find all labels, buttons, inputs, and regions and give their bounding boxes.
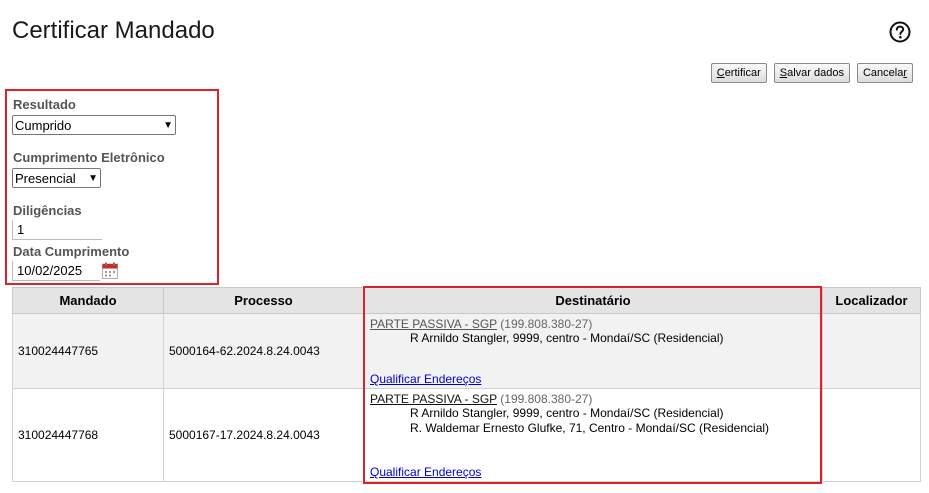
address-line: R Arnildo Stangler, 9999, centro - Monda…	[410, 331, 724, 345]
column-header-mandado: Mandado	[12, 287, 164, 314]
address-line: R Arnildo Stangler, 9999, centro - Monda…	[410, 406, 724, 420]
column-header-destinatario: Destinatário	[363, 287, 823, 314]
table-header-row: Mandado Processo Destinatário Localizado…	[12, 287, 921, 314]
certificar-button-label-accel: C	[716, 67, 725, 79]
qualificar-enderecos-link[interactable]: Qualificar Endereços	[370, 372, 481, 386]
mandados-table: Mandado Processo Destinatário Localizado…	[12, 287, 921, 482]
column-header-processo: Processo	[163, 287, 364, 314]
processo-cell: 5000167-17.2024.8.24.0043	[163, 388, 364, 482]
localizador-cell	[822, 388, 921, 482]
action-toolbar: Certificar Salvar dados Cancelar	[710, 63, 913, 83]
salvar-dados-button[interactable]: Salvar dados	[773, 63, 850, 83]
column-header-localizador: Localizador	[822, 287, 921, 314]
salvar-button-label-accel: S	[779, 67, 788, 79]
resultado-select-value: Cumprido	[15, 117, 72, 133]
certificar-button-label-post: ertificar	[724, 67, 761, 79]
chevron-down-icon: ▼	[163, 119, 173, 131]
destinatario-cell: PARTE PASSIVA - SGP (199.808.380-27) R A…	[363, 313, 823, 389]
certificar-button[interactable]: Certificar	[710, 63, 767, 83]
table-row: 310024447768 5000167-17.2024.8.24.0043 P…	[12, 388, 921, 482]
table-row: 310024447765 5000164-62.2024.8.24.0043 P…	[12, 313, 921, 389]
salvar-button-label-post: alvar dados	[787, 67, 844, 79]
diligencias-input[interactable]	[12, 220, 102, 240]
cumprimento-eletronico-select[interactable]: Presencial ▼	[12, 168, 101, 188]
party-line: PARTE PASSIVA - SGP (199.808.380-27)	[370, 392, 816, 406]
party-cpf: (199.808.380-27)	[500, 317, 593, 331]
mandado-cell: 310024447768	[12, 388, 164, 482]
cancelar-button-label-accel: r	[903, 67, 907, 79]
diligencias-label: Diligências	[13, 203, 82, 218]
cancelar-button-label-pre: Cancela	[862, 67, 904, 79]
calendar-icon[interactable]	[102, 262, 118, 279]
destinatario-cell: PARTE PASSIVA - SGP (199.808.380-27) R A…	[363, 388, 823, 482]
cancelar-button[interactable]: Cancelar	[856, 63, 913, 83]
cumprimento-select-value: Presencial	[15, 170, 76, 186]
resultado-select[interactable]: Cumprido ▼	[12, 115, 176, 135]
cumprimento-eletronico-label: Cumprimento Eletrônico	[13, 150, 165, 165]
party-line: PARTE PASSIVA - SGP (199.808.380-27)	[370, 317, 816, 331]
qualificar-enderecos-link[interactable]: Qualificar Endereços	[370, 465, 481, 479]
mandado-cell: 310024447765	[12, 313, 164, 389]
page-title: Certificar Mandado	[12, 17, 215, 44]
data-cumprimento-input[interactable]	[12, 261, 100, 281]
party-link[interactable]: PARTE PASSIVA - SGP	[370, 392, 497, 406]
localizador-cell	[822, 313, 921, 389]
chevron-down-icon: ▼	[88, 172, 98, 184]
resultado-label: Resultado	[13, 97, 76, 112]
data-cumprimento-label: Data Cumprimento	[13, 244, 130, 259]
help-circle-icon[interactable]	[889, 21, 911, 43]
party-cpf: (199.808.380-27)	[500, 392, 593, 406]
certification-form: Resultado Cumprido ▼ Cumprimento Eletrôn…	[5, 89, 219, 285]
processo-cell: 5000164-62.2024.8.24.0043	[163, 313, 364, 389]
party-link[interactable]: PARTE PASSIVA - SGP	[370, 317, 497, 331]
address-line: R. Waldemar Ernesto Glufke, 71, Centro -…	[410, 421, 770, 435]
